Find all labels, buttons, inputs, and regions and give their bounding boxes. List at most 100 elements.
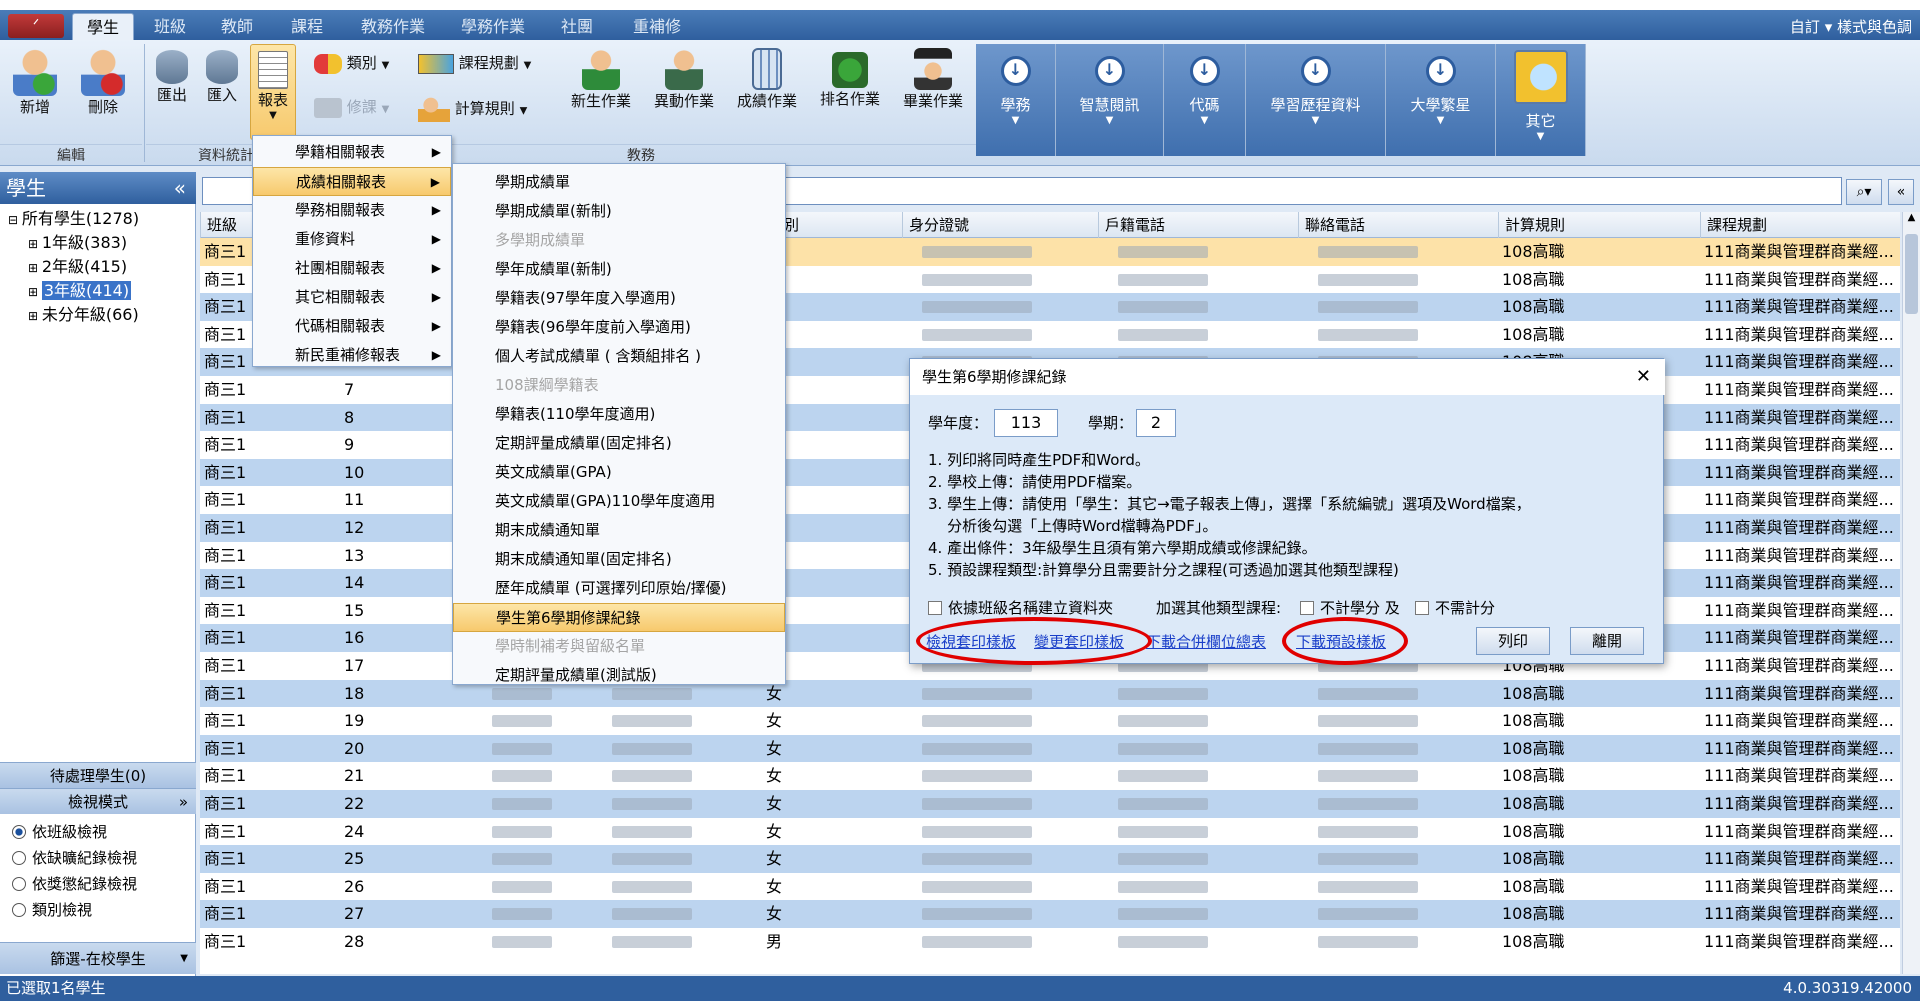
submenu-item[interactable]: 學籍表(97學年度入學適用) bbox=[453, 284, 785, 313]
report-button[interactable]: 報表 ▼ bbox=[250, 44, 296, 140]
tree-item-unassigned[interactable]: ⊞ 未分年級(66) bbox=[28, 304, 139, 326]
table-row[interactable]: 商三1 21 女 108高職 111商業與管理群商業經... bbox=[200, 762, 1900, 790]
table-row[interactable]: 商三1 19 女 108高職 111商業與管理群商業經... bbox=[200, 707, 1900, 735]
tab-retake[interactable]: 重補修 bbox=[622, 13, 692, 40]
filter-dropdown[interactable]: 篩選-在校學生 ▼ bbox=[0, 942, 196, 974]
leave-button[interactable]: 離開 bbox=[1570, 627, 1644, 655]
table-row[interactable]: 商三1 25 女 108高職 111商業與管理群商業經... bbox=[200, 845, 1900, 873]
repair-button[interactable]: 修課 ▼ bbox=[314, 96, 410, 118]
submenu-item[interactable]: 學期成績單(新制) bbox=[453, 197, 785, 226]
rank-button[interactable]: 排名作業 bbox=[809, 48, 891, 109]
redacted-value bbox=[492, 770, 552, 783]
scroll-up-icon[interactable]: ▲ bbox=[1903, 212, 1920, 230]
submenu-item[interactable]: 英文成績單(GPA) bbox=[453, 458, 785, 487]
redacted-value bbox=[1318, 936, 1418, 948]
submenu-item[interactable]: 定期評量成績單(固定排名) bbox=[453, 429, 785, 458]
year-input[interactable]: 113 bbox=[994, 409, 1058, 437]
delete-button[interactable]: 刪除 bbox=[76, 48, 130, 117]
view-mode-header[interactable]: 檢視模式» bbox=[0, 788, 196, 814]
category-button[interactable]: 類別 ▼ bbox=[314, 52, 410, 74]
menu-item-retake-data[interactable]: 重修資料 ▶ bbox=[253, 225, 451, 254]
print-button[interactable]: 列印 bbox=[1476, 627, 1550, 655]
pending-students-button[interactable]: 待處理學生(0) bbox=[0, 762, 196, 788]
smart-button[interactable]: ↓ 智慧閱訊 ▼ bbox=[1056, 44, 1164, 156]
tab-academic[interactable]: 教務作業 bbox=[352, 13, 434, 40]
university-button[interactable]: ↓ 大學繁星 ▼ bbox=[1386, 44, 1496, 156]
submenu-item[interactable]: 歷年成績單 (可選擇列印原始/擇優) bbox=[453, 574, 785, 603]
add-button[interactable]: 新增 bbox=[8, 48, 62, 117]
submenu-item[interactable]: 學籍表(110學年度適用) bbox=[453, 400, 785, 429]
submenu-item[interactable]: 108課綱學籍表 bbox=[453, 371, 785, 400]
table-row[interactable]: 商三1 28 男 108高職 111商業與管理群商業經... bbox=[200, 928, 1900, 956]
submenu-item[interactable]: 學期成績單 bbox=[453, 168, 785, 197]
collapse-right-icon[interactable]: « bbox=[1888, 179, 1914, 205]
menu-item-club-reports[interactable]: 社團相關報表 ▶ bbox=[253, 254, 451, 283]
search-icon[interactable]: ⌕▾ bbox=[1846, 179, 1882, 205]
import-button[interactable]: 匯入 bbox=[200, 50, 244, 105]
submenu-item[interactable]: 期末成績通知單 bbox=[453, 516, 785, 545]
col-header-id-number[interactable]: 身分證號 bbox=[902, 212, 1098, 238]
code-button[interactable]: ↓ 代碼 ▼ bbox=[1164, 44, 1246, 156]
course-plan-button[interactable]: 課程規劃 ▼ bbox=[418, 52, 548, 74]
table-row[interactable]: 商三1 22 女 108高職 111商業與管理群商業經... bbox=[200, 790, 1900, 818]
calc-rule-button[interactable]: 計算規則 ▼ bbox=[418, 96, 548, 122]
submenu-item[interactable]: 學籍表(96學年度前入學適用) bbox=[453, 313, 785, 342]
portfolio-button[interactable]: ↓ 學習歷程資料 ▼ bbox=[1246, 44, 1386, 156]
submenu-item[interactable]: 期末成績通知單(固定排名) bbox=[453, 545, 785, 574]
menu-item-other-reports[interactable]: 其它相關報表 ▶ bbox=[253, 283, 451, 312]
radio-by-category[interactable]: 類別檢視 bbox=[12, 898, 92, 922]
menu-item-enrollment-reports[interactable]: 學籍相關報表 ▶ bbox=[253, 138, 451, 167]
table-row[interactable]: 商三1 27 女 108高職 111商業與管理群商業經... bbox=[200, 900, 1900, 928]
vertical-scrollbar[interactable]: ▲ bbox=[1902, 212, 1920, 974]
col-header-calc-rule[interactable]: 計算規則 bbox=[1498, 212, 1700, 238]
tree-item-grade-2[interactable]: ⊞ 2年級(415) bbox=[28, 256, 127, 278]
submenu-item[interactable]: 定期評量成績單(測試版) bbox=[453, 661, 785, 690]
score-button[interactable]: 成績作業 bbox=[726, 48, 808, 111]
submenu-item[interactable]: 學時制補考與留級名單 bbox=[453, 632, 785, 661]
scrollbar-thumb[interactable] bbox=[1905, 234, 1918, 314]
close-icon[interactable]: ✕ bbox=[1636, 359, 1651, 395]
submenu-item[interactable]: 學生第6學期修課紀錄 bbox=[453, 603, 785, 632]
cell-class: 商三1 bbox=[204, 683, 247, 703]
table-row[interactable]: 商三1 20 女 108高職 111商業與管理群商業經... bbox=[200, 734, 1900, 763]
submenu-item[interactable]: 英文成績單(GPA)110學年度適用 bbox=[453, 487, 785, 516]
col-header-course-plan[interactable]: 課程規劃 bbox=[1700, 212, 1900, 238]
app-menu-button[interactable]: ᐟ bbox=[8, 14, 64, 38]
col-header-home-phone[interactable]: 戶籍電話 bbox=[1098, 212, 1298, 238]
radio-by-absence[interactable]: 依缺曠紀錄檢視 bbox=[12, 846, 137, 870]
submenu-item[interactable]: 個人考試成績單 ( 含類組排名 ) bbox=[453, 342, 785, 371]
radio-by-discipline[interactable]: 依獎懲紀錄檢視 bbox=[12, 872, 137, 896]
table-row[interactable]: 商三1 26 女 108高職 111商業與管理群商業經... bbox=[200, 872, 1900, 901]
semester-input[interactable]: 2 bbox=[1136, 409, 1176, 437]
new-student-button[interactable]: 新生作業 bbox=[560, 48, 642, 111]
tree-item-grade-3[interactable]: ⊞ 3年級(414) bbox=[28, 280, 132, 302]
tab-student-affairs[interactable]: 學務作業 bbox=[452, 13, 534, 40]
tab-club[interactable]: 社團 bbox=[552, 13, 602, 40]
no-score-checkbox[interactable]: 不需計分 bbox=[1415, 597, 1495, 618]
transfer-button[interactable]: 異動作業 bbox=[643, 48, 725, 111]
col-header-contact-phone[interactable]: 聯絡電話 bbox=[1298, 212, 1498, 238]
other-button[interactable]: 其它 ▼ bbox=[1496, 44, 1586, 156]
style-menu[interactable]: 自訂 ▾ 樣式與色調 bbox=[1790, 16, 1912, 37]
menu-item-affairs-reports[interactable]: 學務相關報表 ▶ bbox=[253, 196, 451, 225]
menu-item-score-reports[interactable]: 成績相關報表 ▶ bbox=[253, 167, 451, 196]
collapse-button[interactable]: « bbox=[174, 172, 186, 204]
tab-teacher[interactable]: 教師 bbox=[207, 13, 267, 40]
table-row[interactable]: 商三1 24 女 108高職 111商業與管理群商業經... bbox=[200, 817, 1900, 846]
tree-item-grade-1[interactable]: ⊞ 1年級(383) bbox=[28, 232, 127, 254]
menu-item-xinmin-reports[interactable]: 新民重補修報表 ▶ bbox=[253, 341, 451, 370]
tree-item-all[interactable]: ⊟ 所有學生(1278) bbox=[8, 208, 139, 230]
affairs-button[interactable]: ↓ 學務 ▼ bbox=[976, 44, 1056, 156]
radio-by-class[interactable]: 依班級檢視 bbox=[12, 820, 107, 844]
tab-course[interactable]: 課程 bbox=[277, 13, 337, 40]
tab-class[interactable]: 班級 bbox=[140, 13, 200, 40]
submenu-item[interactable]: 學年成績單(新制) bbox=[453, 255, 785, 284]
create-folder-checkbox[interactable]: 依據班級名稱建立資料夾 bbox=[928, 597, 1113, 618]
no-credit-checkbox[interactable]: 不計學分 及 bbox=[1300, 597, 1400, 618]
graduate-button[interactable]: 畢業作業 bbox=[892, 48, 974, 111]
tab-student[interactable]: 學生 bbox=[72, 13, 134, 40]
menu-item-code-reports[interactable]: 代碼相關報表 ▶ bbox=[253, 312, 451, 341]
export-button[interactable]: 匯出 bbox=[150, 50, 194, 105]
download-merge-fields-link[interactable]: 下載合併欄位總表 bbox=[1146, 631, 1266, 652]
submenu-item[interactable]: 多學期成績單 bbox=[453, 226, 785, 255]
